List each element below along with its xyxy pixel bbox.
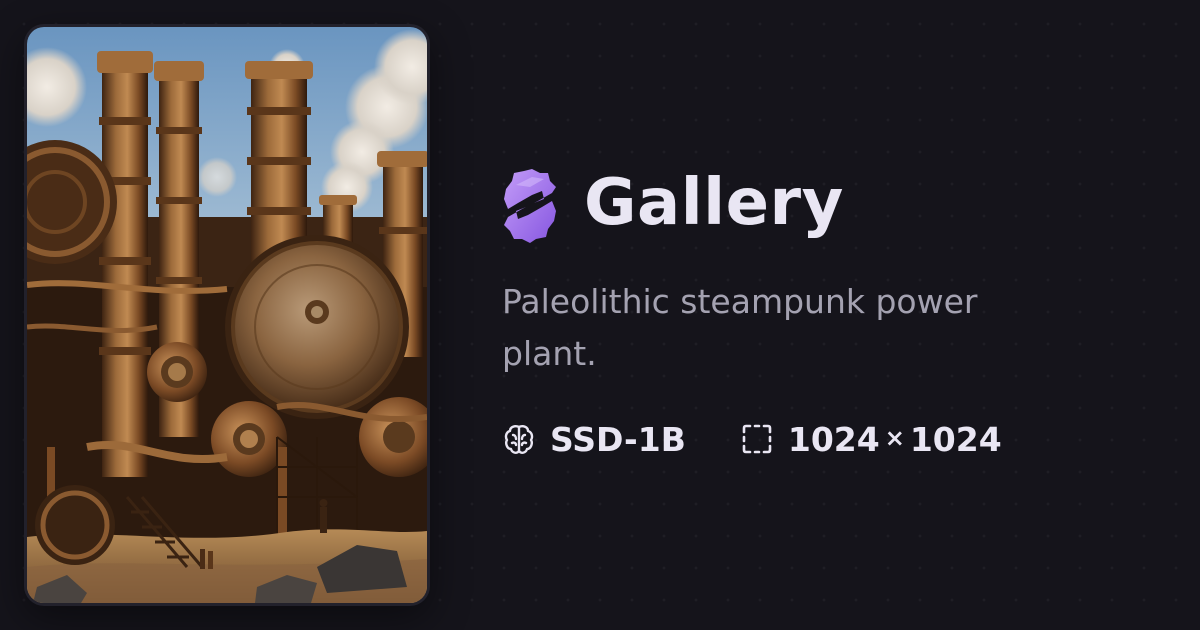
image-height: 1024 bbox=[909, 419, 1002, 459]
purple-gear-s-logo-icon bbox=[504, 169, 556, 243]
size-badge: 1024 × 1024 bbox=[740, 422, 1002, 456]
brain-icon bbox=[504, 425, 534, 454]
dashed-frame-icon bbox=[742, 424, 772, 454]
model-badge: SSD-1B bbox=[502, 422, 686, 456]
meta-row: SSD-1B 1024 × 1024 bbox=[502, 422, 1162, 456]
dimension-separator: × bbox=[884, 424, 905, 452]
steampunk-power-plant-image bbox=[27, 27, 427, 603]
model-name: SSD-1B bbox=[550, 419, 686, 459]
info-panel: Gallery Paleolithic steampunk power plan… bbox=[502, 160, 1162, 456]
image-width: 1024 bbox=[787, 419, 880, 459]
title-row: Gallery bbox=[502, 160, 1162, 246]
prompt-description: Paleolithic steampunk power plant. bbox=[502, 282, 978, 373]
preview-image-card[interactable] bbox=[24, 24, 430, 606]
page-title: Gallery bbox=[584, 166, 844, 240]
